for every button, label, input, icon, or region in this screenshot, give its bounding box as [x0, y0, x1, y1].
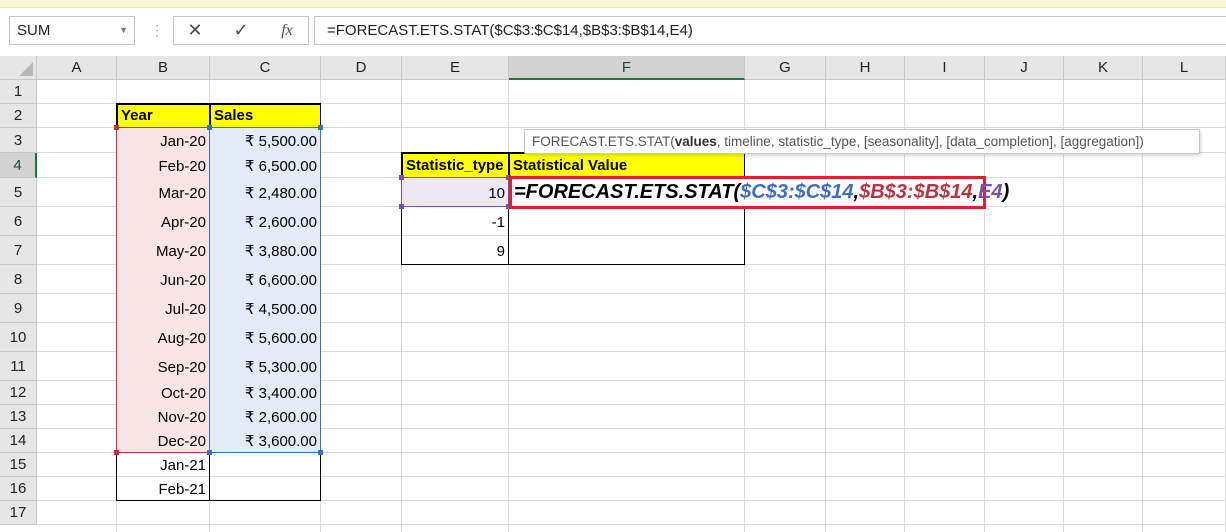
table1-border: [116, 103, 321, 501]
range-resize-handle[interactable]: [399, 175, 404, 180]
range-resize-handle[interactable]: [318, 450, 323, 455]
row-header-8[interactable]: 8: [0, 265, 37, 294]
tooltip-current-arg[interactable]: values: [675, 134, 717, 149]
name-box[interactable]: SUM ▼: [9, 16, 135, 45]
range-resize-handle[interactable]: [318, 125, 323, 130]
row-header-9[interactable]: 9: [0, 294, 37, 323]
select-all-button[interactable]: [0, 56, 37, 80]
column-header-a[interactable]: A: [37, 56, 117, 80]
editing-cell-f4[interactable]: =FORECAST.ETS.STAT($C$3:$C$14,$B$3:$B$14…: [509, 176, 1009, 209]
range-resize-handle[interactable]: [399, 204, 404, 209]
tooltip-other-args: , timeline, statistic_type, [seasonality…: [716, 134, 1144, 149]
row-header-3[interactable]: 3: [0, 128, 37, 153]
column-header-d[interactable]: D: [321, 56, 402, 80]
column-header-f[interactable]: F: [509, 56, 745, 80]
range-resize-handle[interactable]: [207, 125, 212, 130]
formula-arg3: E4: [978, 181, 1003, 203]
enter-button[interactable]: ✓: [226, 17, 256, 44]
range-resize-handle[interactable]: [207, 450, 212, 455]
column-header-i[interactable]: I: [905, 56, 985, 80]
formula-arg1: $C$3:$C$14: [740, 181, 854, 203]
function-tooltip: FORECAST.ETS.STAT(values, timeline, stat…: [524, 129, 1200, 154]
row-header-5[interactable]: 5: [0, 178, 37, 207]
name-box-value: SUM: [17, 22, 51, 39]
chevron-down-icon[interactable]: ▼: [119, 17, 128, 44]
formula-input[interactable]: =FORECAST.ETS.STAT($C$3:$C$14,$B$3:$B$14…: [314, 16, 1226, 45]
drag-handle-icon[interactable]: ⋮: [150, 18, 164, 42]
table2-divider: [508, 153, 509, 265]
row-header-12[interactable]: 12: [0, 381, 37, 405]
cancel-button[interactable]: ✕: [180, 17, 210, 44]
row-header-14[interactable]: 14: [0, 429, 37, 453]
row-header-16[interactable]: 16: [0, 477, 37, 501]
formula-prefix: =FORECAST.ETS.STAT(: [514, 181, 741, 203]
row-header-2[interactable]: 2: [0, 104, 37, 128]
column-header-b[interactable]: B: [117, 56, 210, 80]
row-header-7[interactable]: 7: [0, 236, 37, 265]
range-resize-handle[interactable]: [114, 125, 119, 130]
insert-function-button[interactable]: fx: [272, 17, 302, 44]
row-header-1[interactable]: 1: [0, 80, 37, 104]
tooltip-function[interactable]: FORECAST.ETS.STAT(: [532, 134, 675, 149]
formula-buttons: ✕ ✓ fx: [173, 16, 309, 45]
worksheet-grid[interactable]: A B C D E F G H I J K L 1 2 3 4 5 6 7 8 9 10 11 12 13 14 15 16 17 Yea…: [0, 56, 1226, 532]
formula-arg2: $B$3:$B$14: [859, 181, 973, 203]
gridline-vertical: [508, 80, 509, 532]
column-header-j[interactable]: J: [985, 56, 1064, 80]
column-header-g[interactable]: G: [745, 56, 826, 80]
gridline-horizontal: [37, 524, 1226, 525]
row-header-13[interactable]: 13: [0, 405, 37, 429]
row-header-17[interactable]: 17: [0, 501, 37, 525]
column-header-l[interactable]: L: [1143, 56, 1226, 80]
formula-suffix: ): [1002, 181, 1010, 203]
gridline-vertical: [401, 80, 402, 532]
row-header-11[interactable]: 11: [0, 352, 37, 381]
column-header-e[interactable]: E: [402, 56, 509, 80]
range-resize-handle[interactable]: [114, 450, 119, 455]
column-header-c[interactable]: C: [210, 56, 321, 80]
row-header-6[interactable]: 6: [0, 207, 37, 236]
column-header-k[interactable]: K: [1064, 56, 1143, 80]
row-header-4[interactable]: 4: [0, 153, 37, 178]
row-header-10[interactable]: 10: [0, 323, 37, 352]
top-strip: [0, 0, 1226, 8]
table1-divider: [209, 104, 210, 501]
column-header-h[interactable]: H: [826, 56, 905, 80]
row-header-15[interactable]: 15: [0, 453, 37, 477]
